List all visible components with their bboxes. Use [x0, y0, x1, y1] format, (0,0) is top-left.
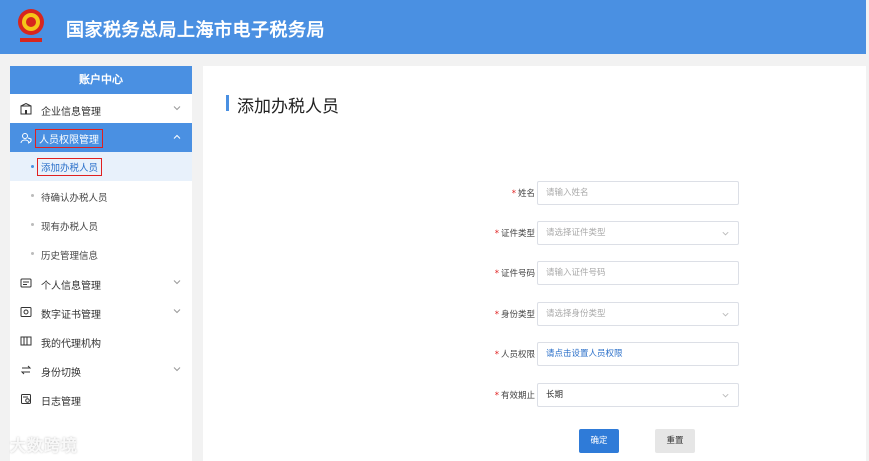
building-icon	[20, 103, 32, 115]
sidebar-item-label: 身份切换	[41, 368, 81, 379]
sidebar-subitem-label: 待确认办税人员	[41, 193, 108, 204]
form-row-id-number: * 证件号码 请输入证件号码	[203, 261, 866, 285]
id-type-select[interactable]: 请选择证件类型	[537, 221, 739, 245]
set-permission-link[interactable]: 请点击设置人员权限	[537, 342, 739, 366]
form-label: * 姓名	[511, 189, 535, 199]
sidebar-item-company-info[interactable]: 企业信息管理	[10, 94, 192, 123]
site-title: 国家税务总局上海市电子税务局	[66, 20, 325, 41]
chevron-down-icon	[722, 312, 729, 317]
chevron-down-icon	[173, 106, 181, 111]
sidebar-item-label: 人员权限管理	[35, 129, 103, 148]
id-number-input[interactable]: 请输入证件号码	[537, 261, 739, 285]
confirm-button[interactable]: 确定	[579, 429, 619, 453]
form-row-name: * 姓名 请输入姓名	[203, 181, 866, 205]
sidebar-item-label: 日志管理	[41, 397, 81, 408]
form-row-identity-type: * 身份类型 请选择身份类型	[203, 302, 866, 326]
chevron-down-icon	[173, 367, 181, 372]
sidebar-item-agency[interactable]: 我的代理机构	[10, 326, 192, 355]
bullet-icon	[31, 223, 34, 226]
sidebar-subitem-label: 添加办税人员	[37, 158, 103, 176]
form-row-id-type: * 证件类型 请选择证件类型	[203, 221, 866, 245]
chevron-down-icon	[173, 309, 181, 314]
form-label: * 身份类型	[494, 310, 535, 320]
chevron-down-icon	[722, 393, 729, 398]
form-row-permission: * 人员权限 请点击设置人员权限	[203, 342, 866, 366]
sidebar-subitem-current-tax-staff[interactable]: 现有办税人员	[10, 210, 192, 239]
chevron-down-icon	[722, 231, 729, 236]
reset-button[interactable]: 重置	[655, 429, 695, 453]
sidebar-subitem-history[interactable]: 历史管理信息	[10, 239, 192, 268]
tax-emblem-icon	[18, 9, 44, 42]
user-shield-icon	[20, 133, 32, 144]
sidebar-item-personal-info[interactable]: 个人信息管理	[10, 268, 192, 297]
sidebar-subitem-label: 历史管理信息	[41, 251, 99, 262]
chevron-up-icon	[173, 134, 181, 139]
sidebar-item-identity-switch[interactable]: 身份切换	[10, 355, 192, 384]
sidebar-item-certificate[interactable]: 数字证书管理	[10, 297, 192, 326]
page-title: 添加办税人员	[237, 97, 339, 117]
bullet-icon	[31, 165, 34, 168]
agency-icon	[20, 336, 32, 346]
form-label: * 有效期止	[494, 391, 535, 401]
top-header: 国家税务总局上海市电子税务局	[0, 0, 866, 54]
name-input[interactable]: 请输入姓名	[537, 181, 739, 205]
bullet-icon	[31, 194, 34, 197]
sidebar-item-label: 我的代理机构	[41, 339, 101, 350]
sidebar-title: 账户中心	[10, 66, 192, 94]
sidebar-subitem-add-tax-staff[interactable]: 添加办税人员	[10, 152, 192, 181]
form-row-expiry: * 有效期止 长期	[203, 383, 866, 407]
sidebar-item-label: 个人信息管理	[41, 281, 101, 292]
form-label: * 人员权限	[494, 350, 535, 360]
id-card-icon	[20, 278, 32, 288]
sidebar-item-label: 数字证书管理	[41, 310, 101, 321]
identity-type-select[interactable]: 请选择身份类型	[537, 302, 739, 326]
chevron-down-icon	[173, 280, 181, 285]
sidebar: 账户中心 企业信息管理 人员权限管理 添加办税人员 待确认办税人员 现有办税人员…	[10, 66, 192, 461]
form-label: * 证件号码	[494, 269, 535, 279]
bullet-icon	[31, 252, 34, 255]
watermark: 大数跨境	[10, 436, 79, 455]
sidebar-subitem-pending-tax-staff[interactable]: 待确认办税人员	[10, 181, 192, 210]
sidebar-subitem-label: 现有办税人员	[41, 222, 99, 233]
main-content: 添加办税人员 * 姓名 请输入姓名 * 证件类型 请选择证件类型 * 证件号码 请输入…	[203, 66, 866, 461]
log-icon	[21, 394, 31, 404]
sidebar-item-label: 企业信息管理	[41, 107, 101, 118]
form-label: * 证件类型	[494, 229, 535, 239]
expiry-select[interactable]: 长期	[537, 383, 739, 407]
certificate-icon	[20, 307, 32, 317]
switch-icon	[20, 365, 32, 375]
sidebar-item-permission-management[interactable]: 人员权限管理	[10, 123, 192, 152]
sidebar-item-log[interactable]: 日志管理	[10, 384, 192, 413]
